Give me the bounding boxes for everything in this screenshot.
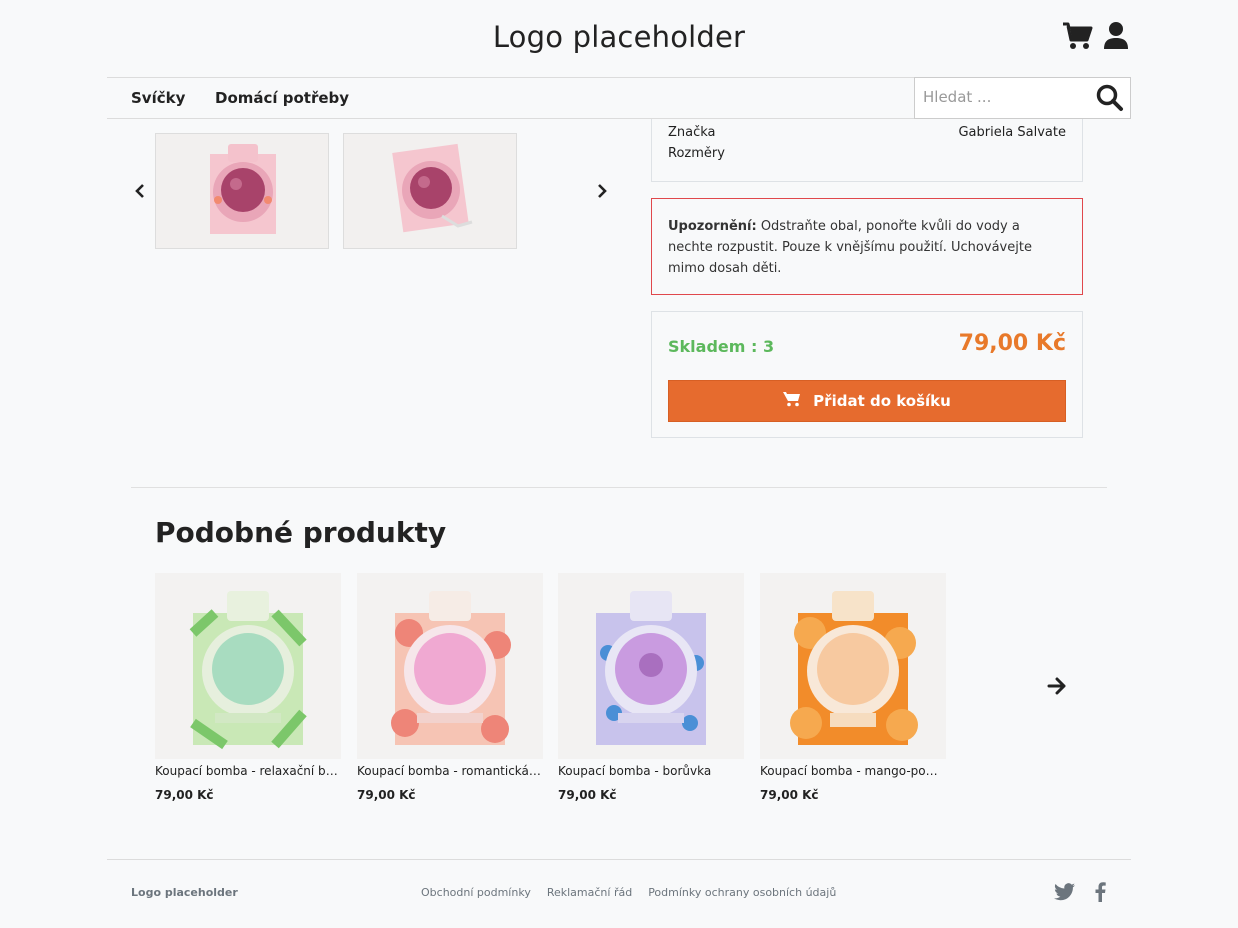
site-logo[interactable]: Logo placeholder xyxy=(0,20,1238,54)
facebook-icon[interactable] xyxy=(1094,882,1106,906)
nav-item-svicky[interactable]: Svíčky xyxy=(131,89,185,107)
info-label-brand: Značka xyxy=(668,125,716,140)
footer-link-terms[interactable]: Obchodní podmínky xyxy=(421,886,531,899)
info-label-dimensions: Rozměry xyxy=(668,146,725,161)
similar-next-icon[interactable] xyxy=(1047,677,1067,699)
product-image[interactable] xyxy=(558,573,744,759)
product-price: 79,00 Kč xyxy=(958,331,1066,356)
gallery-thumbnail[interactable] xyxy=(155,133,329,249)
gallery-thumbnail[interactable] xyxy=(343,133,517,249)
stock-status: Skladem : 3 xyxy=(668,337,775,356)
product-card[interactable]: Koupací bomba - mango-pomera... 79,00 Kč xyxy=(760,573,946,802)
footer-divider xyxy=(107,859,1131,860)
twitter-icon[interactable] xyxy=(1054,883,1076,905)
product-name[interactable]: Koupací bomba - romantická růže xyxy=(357,764,543,778)
gallery-next-icon[interactable] xyxy=(596,183,608,203)
product-image[interactable] xyxy=(760,573,946,759)
product-name[interactable]: Koupací bomba - mango-pomera... xyxy=(760,764,946,778)
user-icon[interactable] xyxy=(1104,22,1128,50)
product-name[interactable]: Koupací bomba - relaxační bylinky xyxy=(155,764,341,778)
main-navbar: Svíčky Domácí potřeby xyxy=(107,77,1131,119)
warning-box: Upozornění: Odstraňte obal, ponořte kvůl… xyxy=(651,198,1083,295)
search-box xyxy=(914,77,1131,119)
footer-link-complaints[interactable]: Reklamační řád xyxy=(547,886,632,899)
cart-icon xyxy=(783,391,801,411)
product-card-price: 79,00 Kč xyxy=(558,788,617,802)
cart-icon[interactable] xyxy=(1062,22,1094,50)
footer-link-privacy[interactable]: Podmínky ochrany osobních údajů xyxy=(648,886,836,899)
product-image[interactable] xyxy=(357,573,543,759)
gallery-prev-icon[interactable] xyxy=(134,183,146,203)
product-card[interactable]: Koupací bomba - borůvka 79,00 Kč xyxy=(558,573,744,802)
product-card[interactable]: Koupací bomba - romantická růže 79,00 Kč xyxy=(357,573,543,802)
search-icon[interactable] xyxy=(1096,84,1124,116)
social-links xyxy=(1054,882,1106,906)
product-image[interactable] xyxy=(155,573,341,759)
product-card[interactable]: Koupací bomba - relaxační bylinky 79,00 … xyxy=(155,573,341,802)
add-to-cart-button[interactable]: Přidat do košíku xyxy=(668,380,1066,422)
product-card-price: 79,00 Kč xyxy=(155,788,214,802)
add-to-cart-label: Přidat do košíku xyxy=(813,392,951,410)
product-card-price: 79,00 Kč xyxy=(760,788,819,802)
footer-logo[interactable]: Logo placeholder xyxy=(131,886,238,899)
buy-box: Skladem : 3 79,00 Kč Přidat do košíku xyxy=(651,311,1083,438)
similar-products-title: Podobné produkty xyxy=(155,516,447,549)
footer-links: Obchodní podmínky Reklamační řád Podmínk… xyxy=(421,886,836,899)
header-icons xyxy=(1062,22,1128,50)
info-value-brand: Gabriela Salvate xyxy=(958,125,1066,140)
warning-label: Upozornění: xyxy=(668,219,757,234)
product-card-price: 79,00 Kč xyxy=(357,788,416,802)
nav-item-domaci-potreby[interactable]: Domácí potřeby xyxy=(215,89,349,107)
section-divider xyxy=(131,487,1107,488)
product-name[interactable]: Koupací bomba - borůvka xyxy=(558,764,744,778)
search-input[interactable] xyxy=(915,78,1085,116)
